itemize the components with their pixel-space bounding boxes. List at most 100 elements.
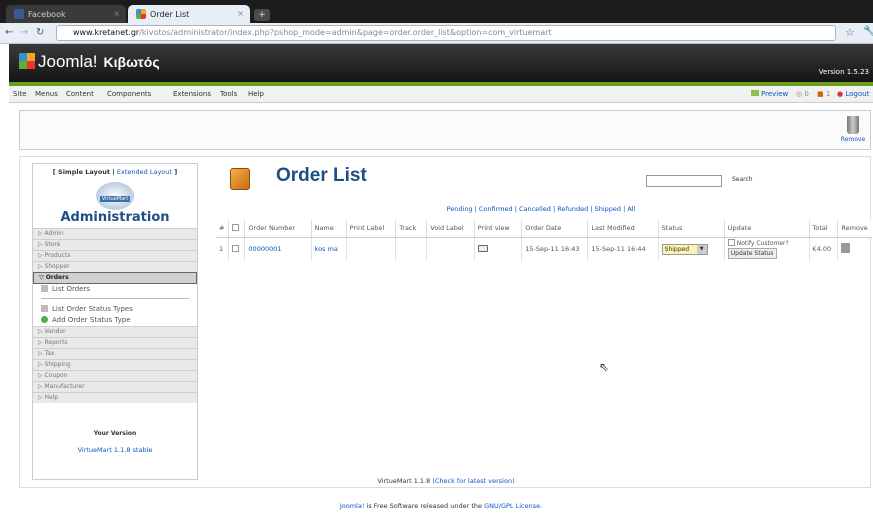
facebook-icon xyxy=(14,9,24,19)
sidebar-add-order-status-type[interactable]: Add Order Status Type xyxy=(33,315,197,326)
printer-icon[interactable] xyxy=(477,244,488,252)
vm-sidebar: [ Simple Layout | Extended Layout ] Virt… xyxy=(32,163,198,480)
order-total: €4.00 xyxy=(809,237,839,261)
tab-order-list[interactable]: Order List × xyxy=(128,5,250,25)
select-all-checkbox[interactable] xyxy=(231,224,239,232)
menu-site[interactable]: Site xyxy=(13,90,26,98)
remove-toolbar-button[interactable]: Remove xyxy=(840,116,866,143)
sidebar-item-store[interactable]: ▷ Store xyxy=(33,239,197,250)
filter-shipped[interactable]: Shipped xyxy=(595,205,621,213)
joomla-link[interactable]: Joomla! xyxy=(340,502,365,510)
menu-extensions[interactable]: Extensions xyxy=(173,90,211,98)
url-input[interactable]: www.kretanet.gr/kivotos/administrator/in… xyxy=(56,25,836,41)
site-name: Κιβωτός xyxy=(103,54,160,70)
logout-link[interactable]: ● Logout xyxy=(837,90,869,98)
wrench-icon[interactable]: 🔧 xyxy=(863,26,873,37)
orders-table: # Order Number Name Print Label Track Vo… xyxy=(216,220,872,261)
col-track: Track xyxy=(395,220,428,238)
order-list-header: Order List Search xyxy=(216,163,866,205)
joomla-favicon xyxy=(136,9,146,19)
tab-facebook[interactable]: Facebook × xyxy=(6,5,126,25)
sidebar-item-shipping[interactable]: ▷ Shipping xyxy=(33,359,197,370)
table-header-row: # Order Number Name Print Label Track Vo… xyxy=(216,220,872,238)
update-status-button[interactable]: Update Status xyxy=(727,248,777,260)
sidebar-item-help[interactable]: ▷ Help xyxy=(33,392,197,403)
row-num: 1 xyxy=(216,237,229,261)
messages-count[interactable]: ◎ 0 xyxy=(796,90,809,98)
table-row: 1 00000001 kos ma 15-Sep-11 16:43 15-Sep… xyxy=(216,237,872,261)
print-view-cell xyxy=(474,237,523,261)
layout-switcher: [ Simple Layout | Extended Layout ] xyxy=(52,168,178,176)
track-cell xyxy=(395,237,428,261)
trash-icon xyxy=(847,116,859,134)
mouse-cursor-icon: ⇖ xyxy=(599,360,610,374)
sidebar-item-vendor[interactable]: ▷ Vendor xyxy=(33,326,197,337)
preview-link[interactable]: Preview xyxy=(751,90,788,98)
menu-help[interactable]: Help xyxy=(248,90,264,98)
col-last-modified[interactable]: Last Modified xyxy=(587,220,659,238)
row-checkbox[interactable] xyxy=(231,245,239,253)
sidebar-item-manufacturer[interactable]: ▷ Manufacturer xyxy=(33,381,197,392)
sidebar-item-coupon[interactable]: ▷ Coupon xyxy=(33,370,197,381)
reload-icon[interactable]: ↻ xyxy=(36,27,44,38)
sidebar-list-order-status-types[interactable]: List Order Status Types xyxy=(33,304,197,315)
vm-version-link[interactable]: VirtueMart 1.1.8 stable xyxy=(33,446,197,454)
order-number-link[interactable]: 00000001 xyxy=(244,237,312,261)
administration-title: Administration xyxy=(60,210,170,225)
search-button[interactable]: Search xyxy=(732,176,753,183)
admin-menubar: Site Menus Content Components Extensions… xyxy=(9,86,873,103)
sidebar-item-tax[interactable]: ▷ Tax xyxy=(33,348,197,359)
page-title: Order List xyxy=(276,165,367,186)
col-order-number[interactable]: Order Number xyxy=(244,220,312,238)
sidebar-item-shopper[interactable]: ▷ Shopper xyxy=(33,261,197,272)
close-tab-icon[interactable]: × xyxy=(113,9,120,18)
print-label-cell xyxy=(346,237,397,261)
col-print-label: Print Label xyxy=(346,220,397,238)
check-latest-version-link[interactable]: (Check for latest version) xyxy=(432,477,514,485)
filter-confirmed[interactable]: Confirmed xyxy=(479,205,513,213)
notify-customer-checkbox[interactable] xyxy=(727,239,735,247)
users-online-count[interactable]: ■ 1 xyxy=(817,90,830,98)
sidebar-list-orders[interactable]: List Orders xyxy=(33,284,197,295)
license-link[interactable]: GNU/GPL License. xyxy=(484,502,542,510)
new-tab-button[interactable]: + xyxy=(254,9,270,21)
update-cell: Notify Customer? Update Status xyxy=(724,237,810,261)
joomla-version: Version 1.5.23 xyxy=(818,68,869,76)
search-input[interactable] xyxy=(646,175,722,187)
bookmark-star-icon[interactable]: ☆ xyxy=(845,26,855,39)
col-total: Total xyxy=(809,220,839,238)
filter-pending[interactable]: Pending xyxy=(447,205,473,213)
filter-refunded[interactable]: Refunded xyxy=(557,205,588,213)
menu-menus[interactable]: Menus xyxy=(35,90,58,98)
vm-footer: VirtueMart 1.1.8 (Check for latest versi… xyxy=(377,477,515,485)
row-select xyxy=(228,237,246,261)
filter-cancelled[interactable]: Cancelled xyxy=(519,205,551,213)
menu-components[interactable]: Components xyxy=(107,90,151,98)
joomla-logo: Joomla! Κιβωτός xyxy=(19,52,160,72)
sidebar-item-orders[interactable]: ▽ Orders xyxy=(33,272,197,284)
chevron-down-icon: ▼ xyxy=(696,244,707,254)
status-cell: Shipped ▼ xyxy=(658,237,725,261)
col-name[interactable]: Name xyxy=(311,220,347,238)
trash-icon[interactable] xyxy=(841,243,851,254)
list-icon xyxy=(41,285,48,292)
back-icon[interactable]: ← xyxy=(5,27,13,38)
add-icon xyxy=(41,316,48,323)
col-status[interactable]: Status xyxy=(658,220,725,238)
sidebar-item-reports[interactable]: ▷ Reports xyxy=(33,337,197,348)
sidebar-item-admin[interactable]: ▷ Admin xyxy=(33,228,197,239)
sidebar-item-products[interactable]: ▷ Products xyxy=(33,250,197,261)
col-order-date[interactable]: Order Date xyxy=(521,220,589,238)
col-num: # xyxy=(216,220,229,238)
menu-tools[interactable]: Tools xyxy=(220,90,237,98)
customer-name-link[interactable]: kos ma xyxy=(311,237,347,261)
menu-content[interactable]: Content xyxy=(66,90,94,98)
forward-icon[interactable]: → xyxy=(20,27,28,38)
users-icon: ■ xyxy=(817,90,824,98)
col-remove: Remove xyxy=(837,220,872,238)
extended-layout-link[interactable]: Extended Layout xyxy=(117,168,172,176)
filter-all[interactable]: All xyxy=(627,205,635,213)
close-tab-icon[interactable]: × xyxy=(237,9,244,18)
status-select[interactable]: Shipped ▼ xyxy=(661,243,708,255)
address-bar-area: ← → ↻ www.kretanet.gr/kivotos/administra… xyxy=(0,23,873,44)
